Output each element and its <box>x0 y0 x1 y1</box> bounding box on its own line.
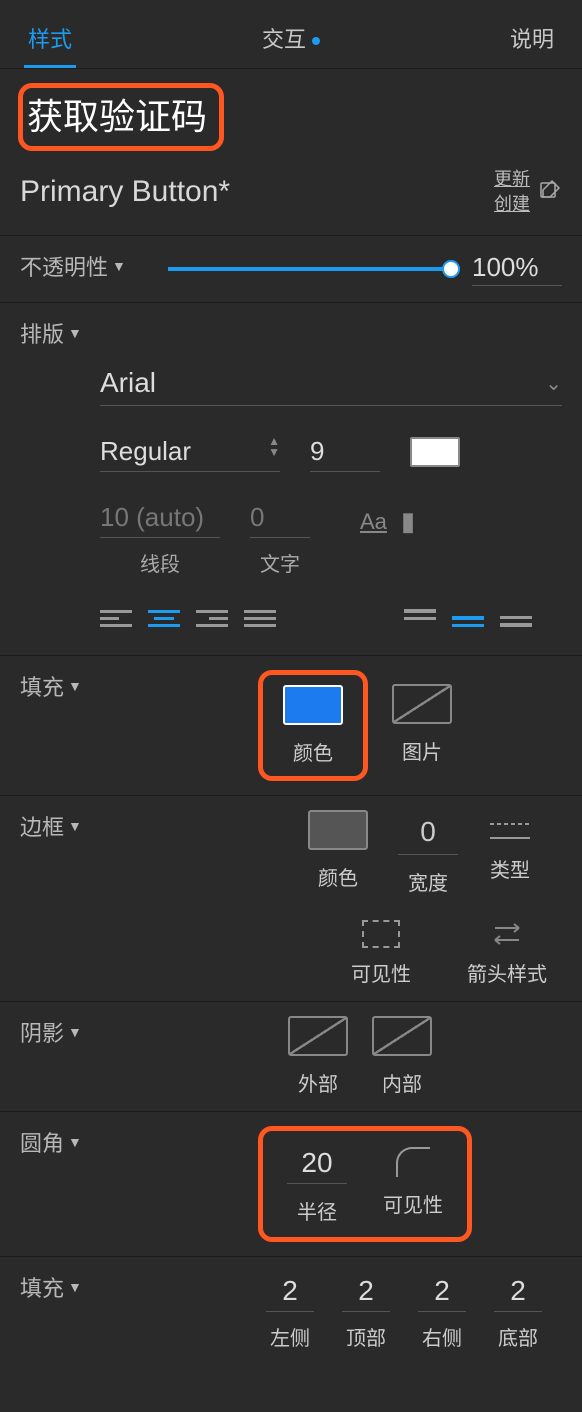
font-family-select[interactable]: Arial ⌄ <box>100 361 562 406</box>
arrow-style-button[interactable] <box>487 920 527 948</box>
fill-image-swatch[interactable] <box>392 684 452 724</box>
slider-thumb[interactable] <box>442 260 460 278</box>
border-type-button[interactable] <box>488 820 532 842</box>
padding-right-label: 右侧 <box>418 1322 466 1351</box>
corner-radius-label: 半径 <box>287 1196 347 1225</box>
corner-visibility-button[interactable] <box>396 1147 430 1177</box>
outer-shadow-swatch[interactable] <box>288 1016 348 1056</box>
corner-visibility-label: 可见性 <box>383 1189 443 1218</box>
border-color-label: 颜色 <box>308 862 368 891</box>
typography-label[interactable]: 排版▼ <box>20 317 562 349</box>
shadow-label[interactable]: 阴影▼ <box>20 1016 82 1048</box>
align-left-button[interactable] <box>100 605 132 631</box>
padding-bottom-input[interactable]: 2 <box>494 1271 542 1312</box>
align-justify-button[interactable] <box>244 605 276 631</box>
padding-bottom-label: 底部 <box>494 1322 542 1351</box>
padding-section: 填充▼ 2 左侧 2 顶部 2 右侧 2 底部 <box>0 1257 582 1365</box>
shadow-section: 阴影▼ 外部 内部 <box>0 1002 582 1112</box>
chevron-down-icon: ⌄ <box>545 371 562 396</box>
opacity-value-input[interactable]: 100% <box>472 252 562 286</box>
edit-icon[interactable] <box>538 178 562 207</box>
style-name[interactable]: Primary Button* <box>20 175 494 209</box>
caret-icon: ▼ <box>68 678 82 694</box>
caret-icon: ▼ <box>68 325 82 341</box>
padding-label[interactable]: 填充▼ <box>20 1271 82 1303</box>
valign-middle-button[interactable] <box>452 605 484 631</box>
highlight-fill-color: 颜色 <box>258 670 368 781</box>
font-size-input[interactable]: 9 <box>310 432 380 472</box>
style-master-row: Primary Button* 更新 创建 <box>0 159 582 236</box>
text-format-icon[interactable]: ▮ <box>401 506 415 537</box>
line-spacing-label: 线段 <box>100 548 220 577</box>
fill-color-label: 颜色 <box>283 737 343 766</box>
char-spacing-input[interactable]: 0 <box>250 498 310 538</box>
padding-left-label: 左侧 <box>266 1322 314 1351</box>
corner-radius-input[interactable]: 20 <box>287 1143 347 1184</box>
border-section: 边框▼ 颜色 0 宽度 类型 可见性 <box>0 796 582 1002</box>
caret-icon: ▼ <box>68 1134 82 1150</box>
fill-image-label: 图片 <box>392 736 452 765</box>
opacity-slider[interactable] <box>168 267 460 271</box>
tab-interaction-label: 交互 <box>262 27 306 52</box>
typography-section: 排版▼ Arial ⌄ Regular ▲▼ 9 10 (auto) 线段 0 … <box>0 303 582 656</box>
text-case-icon[interactable]: Aa <box>360 509 387 535</box>
fill-color-swatch[interactable] <box>283 685 343 725</box>
border-visibility-button[interactable] <box>362 920 400 948</box>
caret-icon: ▼ <box>68 1279 82 1295</box>
create-style-link[interactable]: 创建 <box>494 192 530 217</box>
border-width-input[interactable]: 0 <box>398 810 458 855</box>
line-spacing-input[interactable]: 10 (auto) <box>100 498 220 538</box>
valign-top-button[interactable] <box>404 605 436 631</box>
border-type-label: 类型 <box>488 854 532 883</box>
font-color-swatch[interactable] <box>410 437 460 467</box>
tab-notes[interactable]: 说明 <box>506 12 558 68</box>
tab-interaction[interactable]: 交互 <box>258 12 324 68</box>
align-center-button[interactable] <box>148 605 180 631</box>
update-style-link[interactable]: 更新 <box>494 167 530 192</box>
interaction-indicator-dot <box>312 37 320 45</box>
caret-icon: ▼ <box>68 1024 82 1040</box>
highlight-element-name: 获取验证码 <box>18 83 224 151</box>
padding-right-input[interactable]: 2 <box>418 1271 466 1312</box>
fill-label[interactable]: 填充▼ <box>20 670 82 702</box>
padding-top-input[interactable]: 2 <box>342 1271 390 1312</box>
element-name-input[interactable]: 获取验证码 <box>27 88 207 140</box>
border-width-label: 宽度 <box>398 867 458 896</box>
inner-shadow-swatch[interactable] <box>372 1016 432 1056</box>
opacity-label[interactable]: 不透明性▼ <box>20 250 126 282</box>
fill-section: 填充▼ 颜色 图片 <box>0 656 582 796</box>
align-right-button[interactable] <box>196 605 228 631</box>
border-visibility-label: 可见性 <box>336 958 426 987</box>
element-name-row: 获取验证码 <box>0 69 582 159</box>
arrow-style-label: 箭头样式 <box>462 958 552 987</box>
border-color-swatch[interactable] <box>308 810 368 850</box>
panel-tabs: 样式 交互 说明 <box>0 0 582 69</box>
outer-shadow-label: 外部 <box>288 1068 348 1097</box>
padding-left-input[interactable]: 2 <box>266 1271 314 1312</box>
valign-bottom-button[interactable] <box>500 605 532 631</box>
inner-shadow-label: 内部 <box>372 1068 432 1097</box>
padding-top-label: 顶部 <box>342 1322 390 1351</box>
border-label[interactable]: 边框▼ <box>20 810 82 842</box>
h-align-group <box>100 605 276 631</box>
highlight-corner: 20 半径 可见性 <box>258 1126 472 1242</box>
opacity-section: 不透明性▼ 100% <box>0 236 582 303</box>
char-spacing-label: 文字 <box>250 548 310 577</box>
stepper-icon[interactable]: ▲▼ <box>268 436 280 467</box>
style-links: 更新 创建 <box>494 167 530 217</box>
caret-icon: ▼ <box>112 258 126 274</box>
corner-section: 圆角▼ 20 半径 可见性 <box>0 1112 582 1257</box>
corner-label[interactable]: 圆角▼ <box>20 1126 82 1158</box>
caret-icon: ▼ <box>68 818 82 834</box>
tab-style[interactable]: 样式 <box>24 12 76 68</box>
v-align-group <box>404 605 532 631</box>
font-weight-select[interactable]: Regular ▲▼ <box>100 432 280 472</box>
